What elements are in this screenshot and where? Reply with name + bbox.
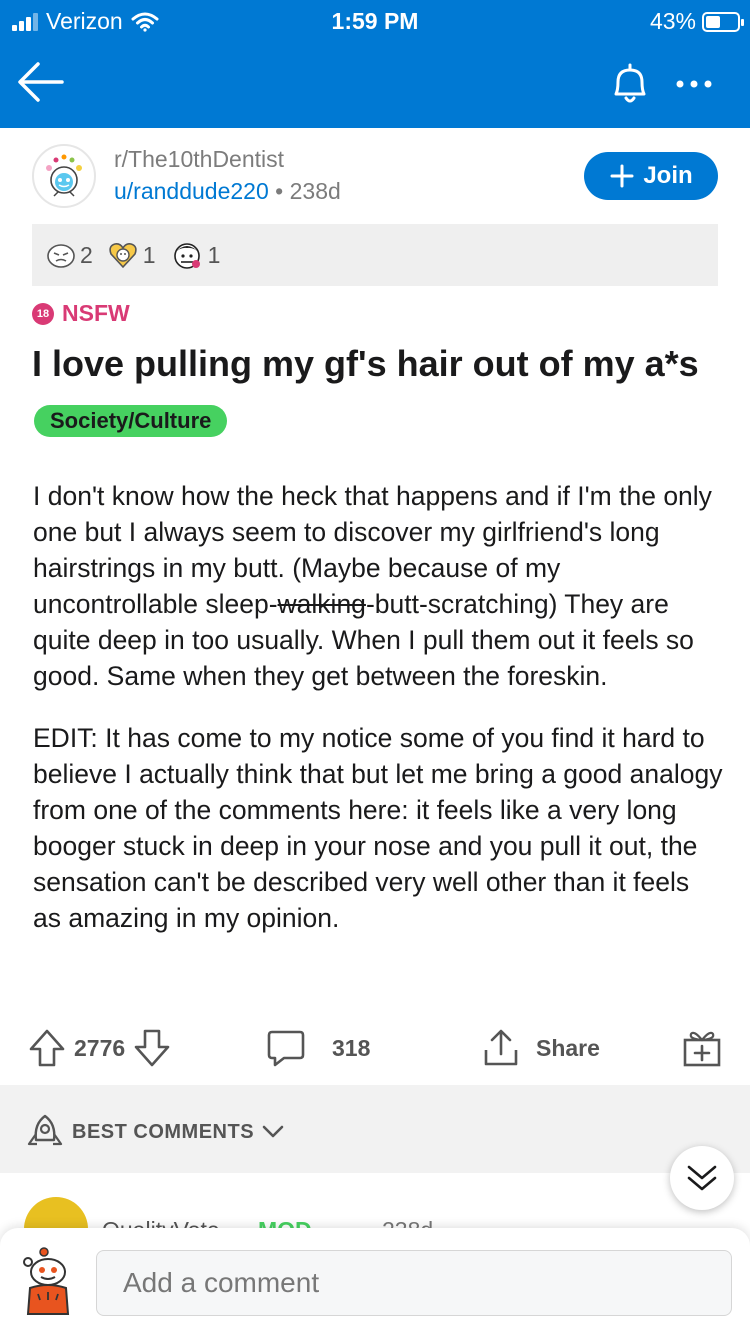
nsfw-18-badge: 18 <box>32 302 54 325</box>
body-paragraph-edit: EDIT: It has come to my notice some of y… <box>33 723 723 933</box>
vote-count: 2776 <box>74 1034 126 1061</box>
sort-dropdown[interactable]: BEST COMMENTS <box>26 1114 284 1150</box>
battery-icon <box>702 11 744 32</box>
award-item[interactable]: 1 <box>107 240 156 270</box>
comments-button[interactable]: 318 <box>266 1028 370 1068</box>
bell-icon[interactable] <box>604 58 656 110</box>
share-button[interactable]: Share <box>482 1028 600 1068</box>
join-button[interactable]: Join <box>584 152 718 200</box>
comment-bubble-icon <box>267 1030 305 1067</box>
award-count: 2 <box>80 241 93 268</box>
share-label: Share <box>536 1034 600 1061</box>
award-item[interactable]: 1 <box>170 239 221 271</box>
award-icon-2 <box>109 243 137 269</box>
award-count: 1 <box>142 241 156 268</box>
battery-percent: 43% <box>649 8 696 34</box>
post-title: I love pulling my gf's hair out of my a*… <box>32 343 699 384</box>
share-icon <box>484 1029 518 1066</box>
strikethrough-text: walking <box>277 589 366 619</box>
user-avatar-icon[interactable] <box>16 1244 80 1316</box>
subreddit-name[interactable]: r/The10thDentist <box>114 146 284 173</box>
collapse-jump-button[interactable] <box>670 1146 734 1210</box>
award-icon-3 <box>173 243 200 269</box>
nav-bar <box>0 40 750 128</box>
comment-count: 318 <box>332 1034 371 1061</box>
back-arrow-icon[interactable] <box>14 54 70 110</box>
more-options-icon[interactable] <box>668 62 720 106</box>
separator-dot: • <box>275 178 290 204</box>
nsfw-label: NSFW <box>62 300 130 326</box>
plus-icon <box>610 164 634 188</box>
gift-award-icon[interactable] <box>682 1028 722 1068</box>
post-header: r/The10thDentist u/randdude220 • 238d Jo… <box>0 128 750 224</box>
comment-preview[interactable]: QualityVote MOD 238d <box>0 1173 750 1233</box>
body-paragraph: I don't know how the heck that happens a… <box>33 481 712 691</box>
subreddit-avatar[interactable] <box>32 144 96 208</box>
award-icon-1 <box>47 244 75 268</box>
downvote-icon[interactable] <box>133 1028 171 1068</box>
post-age: 238d <box>289 178 341 204</box>
upvote-icon[interactable] <box>28 1028 66 1068</box>
nsfw-tag: 18 NSFW <box>32 300 130 327</box>
status-bar: Verizon 1:59 PM 43% <box>0 0 750 40</box>
post-action-bar: 2776 318 Share <box>0 1014 750 1078</box>
join-label: Join <box>643 162 693 189</box>
post-flair[interactable]: Society/Culture <box>34 405 228 437</box>
post-body: I don't know how the heck that happens a… <box>33 478 723 962</box>
double-chevron-down-icon <box>687 1165 717 1191</box>
clock: 1:59 PM <box>331 8 419 34</box>
award-item[interactable]: 2 <box>46 241 93 269</box>
post-author[interactable]: u/randdude220 <box>114 178 269 204</box>
comment-compose-bar: Add a comment <box>0 1228 750 1334</box>
rocket-icon <box>27 1114 63 1146</box>
awards-bar[interactable]: 2 1 1 <box>32 224 718 286</box>
sort-label: BEST COMMENTS <box>72 1120 255 1143</box>
comment-input[interactable]: Add a comment <box>96 1250 732 1316</box>
chevron-down-icon <box>262 1125 284 1138</box>
snoo-icon <box>46 154 82 197</box>
reddit-post-screen: Verizon 1:59 PM 43% r/The10thDentist u/r… <box>0 0 750 1334</box>
award-count: 1 <box>207 241 221 268</box>
